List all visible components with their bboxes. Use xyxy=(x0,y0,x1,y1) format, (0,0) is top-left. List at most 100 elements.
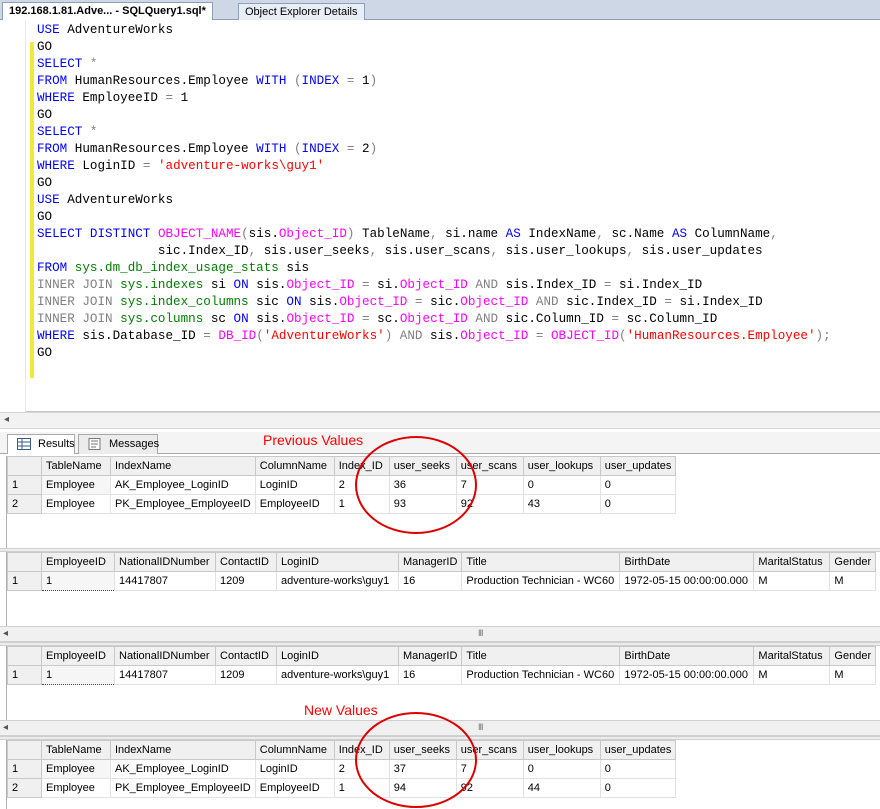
cell-loginid[interactable]: adventure-works\guy1 xyxy=(276,665,399,685)
col-maritalstatus[interactable]: MaritalStatus xyxy=(753,552,831,572)
code-line[interactable]: SELECT DISTINCT OBJECT_NAME(sis.Object_I… xyxy=(37,226,778,243)
code-line[interactable]: SELECT * xyxy=(37,124,97,141)
row-number[interactable]: 1 xyxy=(7,571,42,591)
col-contactid[interactable]: ContactID xyxy=(215,646,277,666)
col-loginid[interactable]: LoginID xyxy=(276,552,399,572)
code-line[interactable]: INNER JOIN sys.columns sc ON sis.Object_… xyxy=(37,311,717,328)
cell-nationalidnumber[interactable]: 14417807 xyxy=(114,665,216,685)
cell-user-updates[interactable]: 0 xyxy=(599,759,677,779)
code-line[interactable]: WHERE sis.Database_ID = DB_ID('Adventure… xyxy=(37,328,831,345)
col-columnname[interactable]: ColumnName xyxy=(254,740,335,760)
col-user-lookups[interactable]: user_lookups xyxy=(522,740,601,760)
col-birthdate[interactable]: BirthDate xyxy=(619,646,755,666)
row-number[interactable]: 1 xyxy=(7,665,42,685)
table-row[interactable]: 1 1 14417807 1209 adventure-works\guy1 1… xyxy=(7,665,877,685)
cell-maritalstatus[interactable]: M xyxy=(753,571,831,591)
cell-tablename[interactable]: Employee xyxy=(41,759,111,779)
table-row[interactable]: 1 1 14417807 1209 adventure-works\guy1 1… xyxy=(7,571,877,591)
cell-user-lookups[interactable]: 0 xyxy=(522,475,601,495)
col-contactid[interactable]: ContactID xyxy=(215,552,277,572)
cell-employeeid[interactable]: 1 xyxy=(41,571,115,591)
cell-nationalidnumber[interactable]: 14417807 xyxy=(114,571,216,591)
col-gender[interactable]: Gender xyxy=(829,552,877,572)
grid-horizontal-scrollbar-1[interactable]: ◂ III xyxy=(0,626,880,642)
row-number[interactable]: 1 xyxy=(7,475,42,495)
cell-user-updates[interactable]: 0 xyxy=(599,494,677,514)
col-indexname[interactable]: IndexName xyxy=(110,456,256,476)
col-maritalstatus[interactable]: MaritalStatus xyxy=(753,646,831,666)
code-line[interactable]: GO xyxy=(37,107,52,124)
table-row[interactable]: 1 Employee AK_Employee_LoginID LoginID 2… xyxy=(7,759,677,779)
code-line[interactable]: WHERE EmployeeID = 1 xyxy=(37,90,188,107)
code-line[interactable]: FROM HumanResources.Employee WITH (INDEX… xyxy=(37,141,377,158)
cell-user-lookups[interactable]: 44 xyxy=(522,778,601,798)
cell-user-lookups[interactable]: 0 xyxy=(522,759,601,779)
tab-sql-query[interactable]: 192.168.1.81.Adve... - SQLQuery1.sql* xyxy=(2,2,213,20)
tab-messages[interactable]: Messages xyxy=(78,434,159,454)
col-nationalidnumber[interactable]: NationalIDNumber xyxy=(114,646,216,666)
col-indexname[interactable]: IndexName xyxy=(110,740,256,760)
scroll-left-icon[interactable]: ◂ xyxy=(3,722,8,733)
code-line[interactable]: USE AdventureWorks xyxy=(37,22,173,39)
cell-employeeid[interactable]: 1 xyxy=(41,665,115,685)
code-line[interactable]: GO xyxy=(37,209,52,226)
cell-contactid[interactable]: 1209 xyxy=(215,665,277,685)
code-line[interactable]: USE AdventureWorks xyxy=(37,192,173,209)
cell-title[interactable]: Production Technician - WC60 xyxy=(461,571,621,591)
cell-maritalstatus[interactable]: M xyxy=(753,665,831,685)
editor-horizontal-scrollbar[interactable]: ◂ xyxy=(0,412,880,429)
code-line[interactable]: GO xyxy=(37,39,52,56)
cell-columnname[interactable]: LoginID xyxy=(254,759,335,779)
scroll-left-icon[interactable]: ◂ xyxy=(4,414,9,425)
col-tablename[interactable]: TableName xyxy=(41,456,111,476)
row-number[interactable]: 2 xyxy=(7,494,42,514)
code-line[interactable]: INNER JOIN sys.index_columns sic ON sis.… xyxy=(37,294,763,311)
cell-user-updates[interactable]: 0 xyxy=(599,475,677,495)
col-user-updates[interactable]: user_updates xyxy=(599,740,677,760)
table-row[interactable]: 1 Employee AK_Employee_LoginID LoginID 2… xyxy=(7,475,677,495)
col-title[interactable]: Title xyxy=(461,646,621,666)
cell-indexname[interactable]: PK_Employee_EmployeeID xyxy=(110,778,256,798)
code-line[interactable]: GO xyxy=(37,345,52,362)
col-user-updates[interactable]: user_updates xyxy=(599,456,677,476)
cell-columnname[interactable]: LoginID xyxy=(254,475,335,495)
row-number[interactable]: 1 xyxy=(7,759,42,779)
scroll-left-icon[interactable]: ◂ xyxy=(3,628,8,639)
cell-gender[interactable]: M xyxy=(829,665,877,685)
col-managerid[interactable]: ManagerID xyxy=(397,552,463,572)
col-tablename[interactable]: TableName xyxy=(41,740,111,760)
table-row[interactable]: 2 Employee PK_Employee_EmployeeID Employ… xyxy=(7,494,677,514)
code-line[interactable]: SELECT * xyxy=(37,56,97,73)
row-number[interactable]: 2 xyxy=(7,778,42,798)
table-row[interactable]: 2 Employee PK_Employee_EmployeeID Employ… xyxy=(7,778,677,798)
cell-tablename[interactable]: Employee xyxy=(41,494,111,514)
code-line[interactable]: GO xyxy=(37,175,52,192)
cell-loginid[interactable]: adventure-works\guy1 xyxy=(276,571,399,591)
cell-columnname[interactable]: EmployeeID xyxy=(254,778,335,798)
code-line[interactable]: INNER JOIN sys.indexes si ON sis.Object_… xyxy=(37,277,702,294)
cell-title[interactable]: Production Technician - WC60 xyxy=(461,665,621,685)
col-gender[interactable]: Gender xyxy=(829,646,877,666)
col-managerid[interactable]: ManagerID xyxy=(397,646,463,666)
code-line[interactable]: FROM HumanResources.Employee WITH (INDEX… xyxy=(37,73,377,90)
col-employeeid[interactable]: EmployeeID xyxy=(41,646,115,666)
query-editor[interactable]: USE AdventureWorks GO SELECT * FROM HumanRe… xyxy=(0,20,880,412)
cell-columnname[interactable]: EmployeeID xyxy=(254,494,335,514)
cell-user-lookups[interactable]: 43 xyxy=(522,494,601,514)
col-birthdate[interactable]: BirthDate xyxy=(619,552,755,572)
cell-indexname[interactable]: PK_Employee_EmployeeID xyxy=(110,494,256,514)
col-user-lookups[interactable]: user_lookups xyxy=(522,456,601,476)
code-line[interactable]: FROM sys.dm_db_index_usage_stats sis xyxy=(37,260,309,277)
col-title[interactable]: Title xyxy=(461,552,621,572)
scroll-grip[interactable]: III xyxy=(478,722,483,732)
scroll-grip[interactable]: III xyxy=(478,628,483,638)
cell-managerid[interactable]: 16 xyxy=(397,571,463,591)
cell-birthdate[interactable]: 1972-05-15 00:00:00.000 xyxy=(619,665,755,685)
grid-employee-result-1[interactable]: EmployeeID NationalIDNumber ContactID Lo… xyxy=(6,552,880,626)
col-employeeid[interactable]: EmployeeID xyxy=(41,552,115,572)
code-line[interactable]: WHERE LoginID = 'adventure-works\guy1' xyxy=(37,158,324,175)
grid-employee-result-2[interactable]: EmployeeID NationalIDNumber ContactID Lo… xyxy=(6,646,880,720)
cell-birthdate[interactable]: 1972-05-15 00:00:00.000 xyxy=(619,571,755,591)
cell-managerid[interactable]: 16 xyxy=(397,665,463,685)
tab-results[interactable]: Results xyxy=(7,434,75,454)
